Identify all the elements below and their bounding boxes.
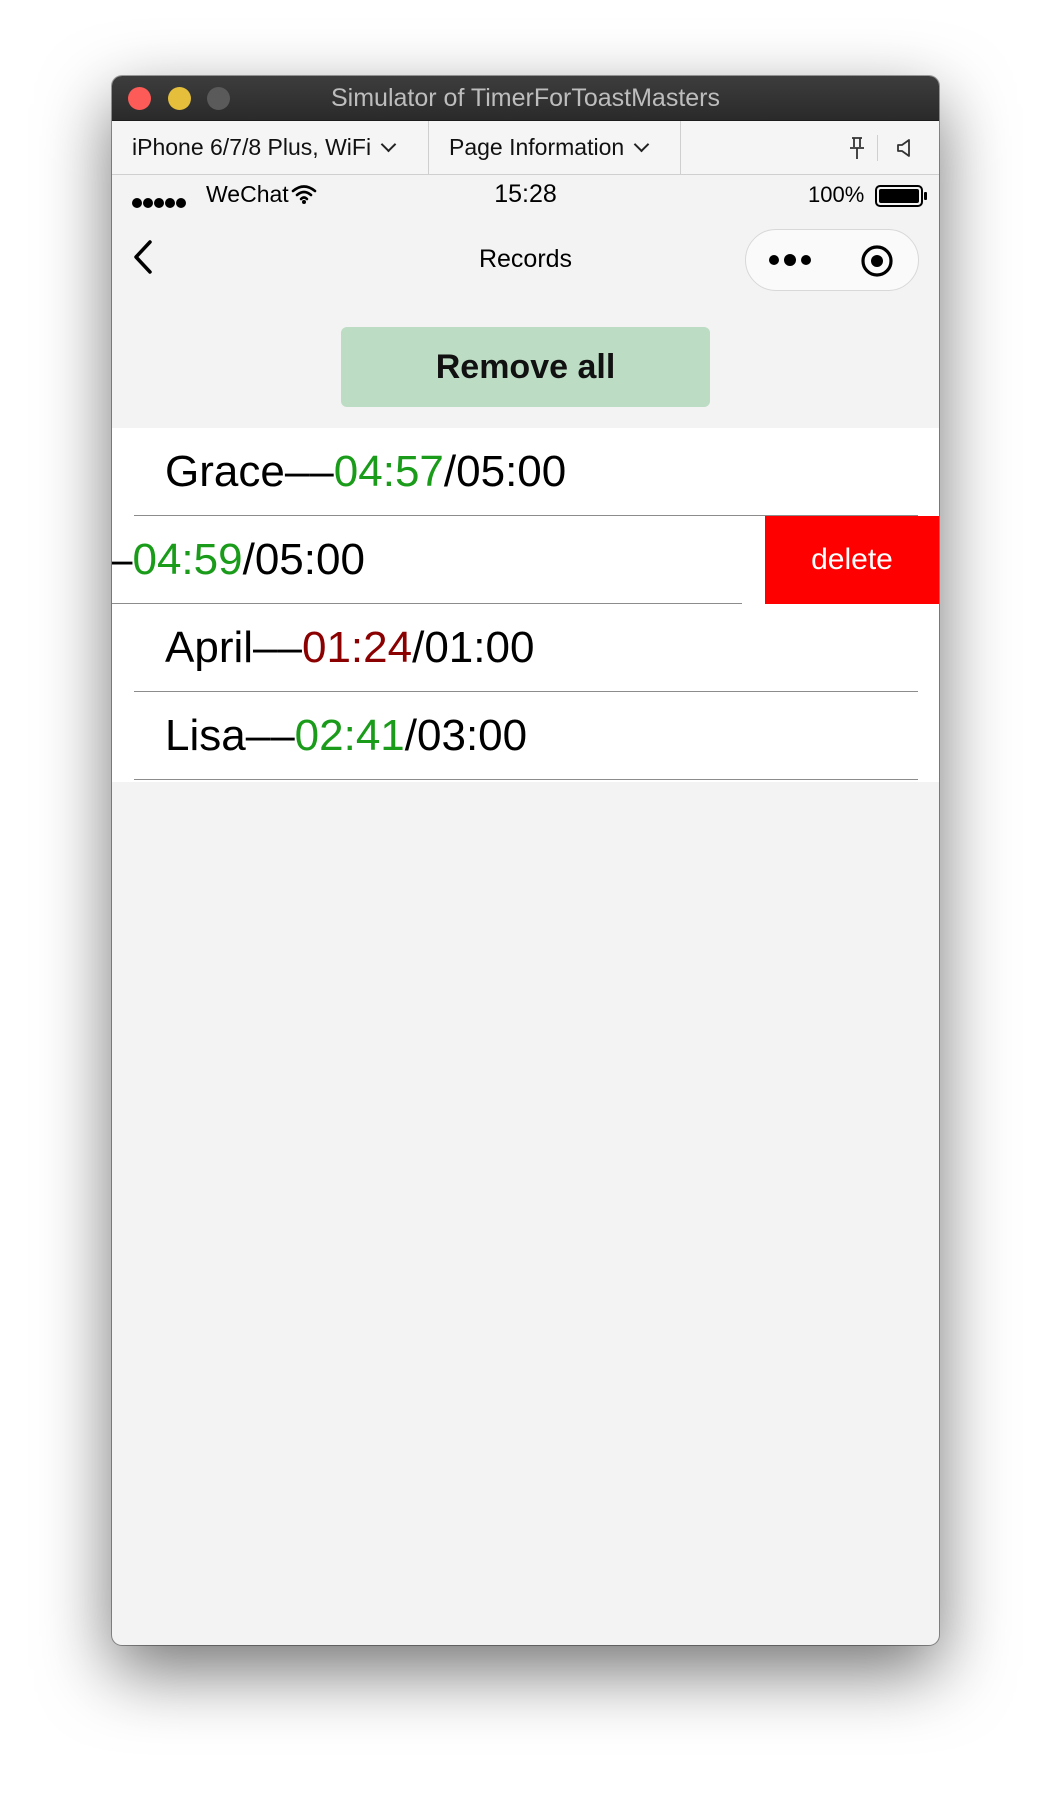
miniprogram-capsule (745, 229, 919, 291)
more-options-icon[interactable] (767, 248, 813, 272)
record-row[interactable]: April––01:24/01:00 (112, 604, 939, 692)
chevron-down-icon (633, 136, 650, 153)
time-slash: / (242, 535, 255, 584)
page-info-select-label: Page Information (449, 134, 625, 160)
time-slash: / (412, 623, 425, 672)
speaker-name: Lisa (165, 711, 246, 760)
speaker-name: April (165, 623, 254, 672)
record-separator: –– (245, 711, 295, 760)
record-row-swiped[interactable]: –04:59/05:00 delete (112, 516, 939, 604)
time-limit: 03:00 (417, 711, 528, 760)
delete-button[interactable]: delete (765, 516, 939, 604)
toolbar-divider (877, 135, 878, 161)
record-separator: –– (253, 623, 302, 672)
actual-time: 01:24 (301, 623, 413, 672)
battery-icon (875, 185, 927, 207)
actual-time: 04:57 (333, 447, 444, 496)
actual-time: 04:59 (132, 535, 243, 584)
time-slash: / (404, 711, 418, 760)
time-limit: 05:00 (254, 535, 365, 584)
record-text: Lisa––02:41/03:00 (165, 692, 527, 780)
battery-percentage: 100% (808, 182, 865, 207)
close-miniprogram-icon[interactable] (859, 243, 895, 279)
records-list: Grace––04:57/05:00 –04:59/05:00 delete A… (112, 428, 939, 782)
device-select-label: iPhone 6/7/8 Plus, WiFi (132, 134, 372, 160)
record-separator: – (112, 535, 132, 584)
speaker-icon[interactable] (892, 135, 918, 161)
record-text: Grace––04:57/05:00 (165, 428, 566, 516)
simulator-window: Simulator of TimerForToastMasters iPhone… (112, 76, 939, 1645)
chevron-down-icon (380, 136, 397, 153)
simulator-toolbar: iPhone 6/7/8 Plus, WiFi Page Information (112, 121, 939, 175)
time-limit: 05:00 (456, 447, 567, 496)
window-titlebar: Simulator of TimerForToastMasters (112, 76, 939, 121)
window-title: Simulator of TimerForToastMasters (331, 84, 720, 112)
record-text: –04:59/05:00 (112, 516, 365, 604)
actual-time: 02:41 (294, 711, 405, 760)
record-row[interactable]: Lisa––02:41/03:00 (112, 692, 939, 780)
record-row[interactable]: Grace––04:57/05:00 (112, 428, 939, 516)
remove-all-button[interactable]: Remove all (341, 327, 710, 407)
phone-status-bar: WeChat 15:28 100% (112, 175, 939, 215)
speaker-name: Grace (165, 447, 285, 496)
device-select[interactable]: iPhone 6/7/8 Plus, WiFi (112, 121, 429, 174)
page-info-select[interactable]: Page Information (429, 121, 681, 174)
time-limit: 01:00 (424, 623, 535, 672)
record-text: April––01:24/01:00 (165, 604, 534, 692)
row-divider (134, 779, 918, 780)
record-separator: –– (284, 447, 334, 496)
navigation-bar: Records (112, 215, 939, 303)
time-slash: / (443, 447, 457, 496)
pin-icon[interactable] (844, 135, 870, 161)
